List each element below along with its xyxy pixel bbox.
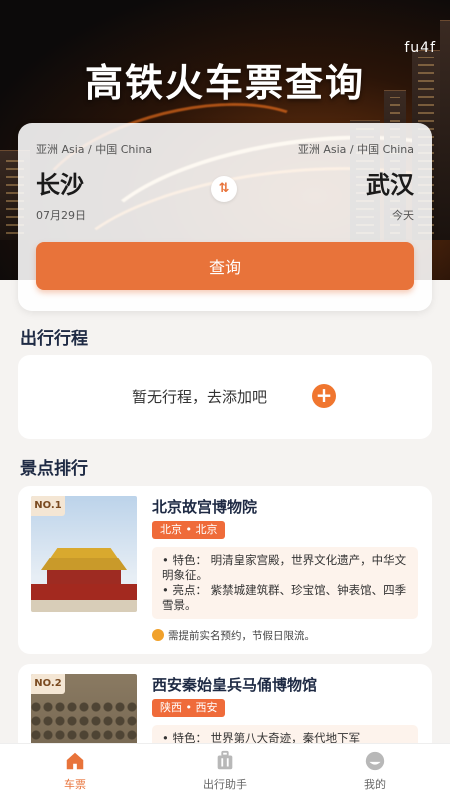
attraction-card[interactable]: NO.2 西安秦始皇兵马俑博物馆 陕西 • 西安 • 特色： 世界第八大奇迹，秦… [18,664,432,754]
bulb-icon [152,629,164,641]
add-trip-icon[interactable]: + [312,384,336,408]
rank-badge: NO.2 [31,674,65,694]
highlights-text: • 亮点： 紫禁城建筑群、珍宝馆、钟表馆、四季雪景。 [162,583,407,612]
attractions-section-title: 景点排行 [20,459,88,479]
travel-date[interactable]: 07月29日 [36,207,86,223]
to-region: 亚洲 Asia / 中国 China [297,143,414,156]
location-tag: 北京 • 北京 [152,521,226,539]
nav-profile[interactable]: 我的 [325,750,425,792]
to-city[interactable]: 武汉 [366,165,414,200]
page-title: 高铁火车票查询 [84,61,365,105]
attraction-description: • 特色： 明清皇家宫殿，世界文化遗产，中华文明象征。 • 亮点： 紫禁城建筑群… [152,547,418,619]
nav-tickets[interactable]: 车票 [25,750,125,792]
trips-section-title: 出行行程 [20,329,88,349]
luggage-icon [217,750,233,770]
travel-day[interactable]: 今天 [392,207,414,223]
from-region: 亚洲 Asia / 中国 China [36,143,153,156]
attraction-name: 西安秦始皇兵马俑博物馆 [152,676,318,694]
query-button[interactable]: 查询 [36,242,414,290]
nav-travel-assistant[interactable]: 出行助手 [175,750,275,792]
search-card: 亚洲 Asia / 中国 China 亚洲 Asia / 中国 China 长沙… [18,123,432,311]
visit-note: 需提前实名预约，节假日限流。 [152,628,315,643]
profile-icon [365,751,385,771]
home-icon [66,752,84,770]
attraction-name: 北京故宫博物院 [152,498,258,516]
attraction-card[interactable]: NO.1 北京故宫博物院 北京 • 北京 • 特色： 明清皇家宫殿，世界文化遗产… [18,486,432,654]
rank-badge: NO.1 [31,496,65,516]
bottom-nav: 车票 出行助手 我的 [0,743,450,800]
trips-empty-text: 暂无行程，去添加吧 [132,388,268,406]
features-text: • 特色： 明清皇家宫殿，世界文化遗产，中华文明象征。 [162,553,407,582]
terracotta-warriors-image: NO.2 [31,674,137,754]
swap-icon[interactable]: ⇅ [211,176,237,202]
from-city[interactable]: 长沙 [36,165,84,200]
trips-empty-card[interactable]: 暂无行程，去添加吧 + [18,355,432,439]
forbidden-city-image: NO.1 [31,496,137,612]
location-tag: 陕西 • 西安 [152,699,226,717]
